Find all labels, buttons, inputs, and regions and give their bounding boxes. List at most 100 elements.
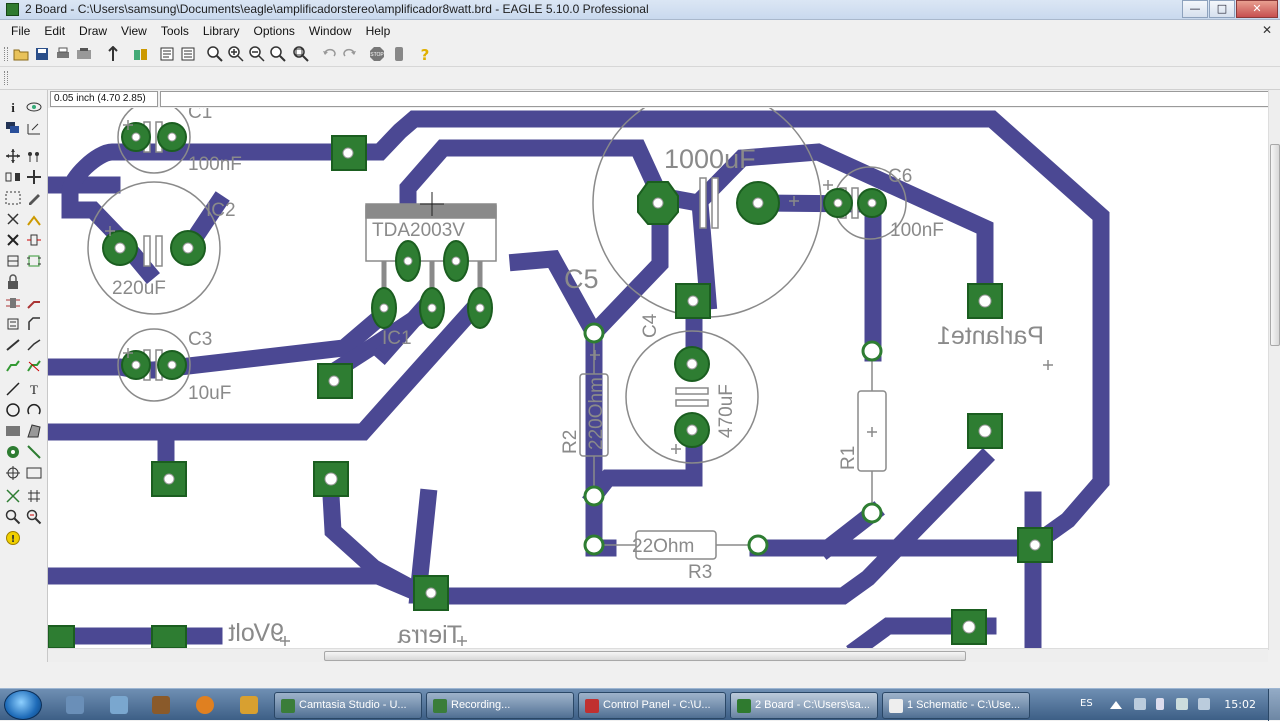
switch-to-schematic-icon[interactable] [104,45,122,63]
vertical-scroll-thumb[interactable] [1270,144,1280,346]
use-library-icon[interactable] [132,45,150,63]
menu-draw[interactable]: Draw [72,24,114,38]
ratsnest-icon[interactable] [4,487,22,505]
minimize-button[interactable]: — [1182,0,1208,18]
wire-icon[interactable] [4,380,22,398]
run-ulp-icon[interactable] [179,45,197,63]
stop-icon[interactable]: STOP [368,45,386,63]
menu-options[interactable]: Options [247,24,302,38]
change-icon[interactable] [25,189,43,207]
go-icon[interactable] [390,45,408,63]
signal-icon[interactable] [25,443,43,461]
task-eagle-schematic[interactable]: 1 Schematic - C:\Use... [882,692,1030,719]
quicklaunch-icon[interactable] [240,696,258,714]
quicklaunch-icon[interactable] [110,696,128,714]
menu-window[interactable]: Window [302,24,359,38]
drc-icon[interactable] [25,508,43,526]
quicklaunch-icon[interactable] [66,696,84,714]
firefox-icon[interactable] [196,696,214,714]
parameter-toolbar-grip[interactable] [4,71,8,85]
pcb-layout[interactable]: C1 100nF IC2 220uF TDA2003V IC1 C3 10uF … [48,108,1268,648]
toolbar-grip[interactable] [4,47,8,61]
show-desktop-button[interactable] [1268,689,1280,721]
menu-view[interactable]: View [114,24,154,38]
save-icon[interactable] [33,45,51,63]
attribute-icon[interactable] [25,464,43,482]
paste-icon[interactable] [25,210,43,228]
help-icon[interactable]: ? [416,45,434,63]
menu-help[interactable]: Help [359,24,398,38]
language-indicator[interactable]: ES [1080,698,1093,709]
horizontal-scroll-thumb[interactable] [324,651,966,661]
erc-icon[interactable] [4,508,22,526]
text-icon[interactable]: T [25,380,43,398]
route-icon[interactable] [4,357,22,375]
rectangle-icon[interactable] [4,422,22,440]
menu-edit[interactable]: Edit [37,24,72,38]
errors-icon[interactable]: ! [4,529,22,547]
redraw-icon[interactable] [269,45,287,63]
copy-icon[interactable] [25,147,43,165]
mdi-close-icon[interactable]: ✕ [1260,23,1274,37]
split-icon[interactable] [25,294,43,312]
network-icon[interactable] [1134,698,1146,710]
arc-icon[interactable] [25,401,43,419]
horizontal-scrollbar[interactable] [48,648,1268,662]
task-eagle-board[interactable]: 2 Board - C:\Users\sa... [730,692,878,719]
add-icon[interactable] [25,231,43,249]
command-line-input[interactable] [160,91,1274,107]
display-layers-icon[interactable] [4,119,22,137]
ripup-icon[interactable] [25,357,43,375]
start-button[interactable] [4,690,42,720]
battery-icon[interactable] [1156,698,1164,710]
delete-icon[interactable] [4,231,22,249]
auto-router-icon[interactable] [25,487,43,505]
print-icon[interactable] [54,45,72,63]
meander-icon[interactable] [25,336,43,354]
group-icon[interactable] [4,189,22,207]
quicklaunch-icon[interactable] [152,696,170,714]
open-icon[interactable] [12,45,30,63]
miter-icon[interactable] [25,315,43,333]
clock[interactable]: 15:02 [1224,698,1256,711]
hole-icon[interactable] [4,464,22,482]
task-control-panel[interactable]: Control Panel - C:\U... [578,692,726,719]
via-icon[interactable] [4,443,22,461]
menu-tools[interactable]: Tools [154,24,196,38]
info-icon[interactable]: i [4,98,22,116]
rotate-icon[interactable] [25,168,43,186]
zoom-fit-icon[interactable] [206,45,224,63]
cut-icon[interactable] [4,210,22,228]
task-recording[interactable]: Recording... [426,692,574,719]
cam-processor-icon[interactable] [75,45,93,63]
mark-icon[interactable] [25,119,43,137]
show-icon[interactable] [25,98,43,116]
zoom-in-icon[interactable] [227,45,245,63]
redo-icon[interactable] [341,45,359,63]
vertical-scrollbar[interactable] [1268,90,1280,650]
tray-expand-icon[interactable] [1110,701,1122,709]
zoom-out-icon[interactable] [248,45,266,63]
action-center-icon[interactable] [1198,698,1210,710]
replace-icon[interactable] [25,252,43,270]
undo-icon[interactable] [320,45,338,63]
board-canvas[interactable]: C1 100nF IC2 220uF TDA2003V IC1 C3 10uF … [48,108,1268,648]
menu-file[interactable]: File [4,24,37,38]
menu-library[interactable]: Library [196,24,247,38]
close-button[interactable]: ✕ [1236,0,1278,18]
lock-icon[interactable] [4,273,22,291]
optimize-icon[interactable] [4,336,22,354]
zoom-select-icon[interactable] [292,45,310,63]
script-icon[interactable] [158,45,176,63]
pinswap-icon[interactable] [4,252,22,270]
polygon-icon[interactable] [25,422,43,440]
move-icon[interactable] [4,147,22,165]
smash-icon[interactable] [4,294,22,312]
mirror-icon[interactable] [4,168,22,186]
volume-icon[interactable] [1176,698,1188,710]
eagle-app-icon[interactable] [6,3,19,16]
maximize-button[interactable]: □ [1209,0,1235,18]
value-icon[interactable] [4,315,22,333]
task-camtasia[interactable]: Camtasia Studio - U... [274,692,422,719]
circle-icon[interactable] [4,401,22,419]
